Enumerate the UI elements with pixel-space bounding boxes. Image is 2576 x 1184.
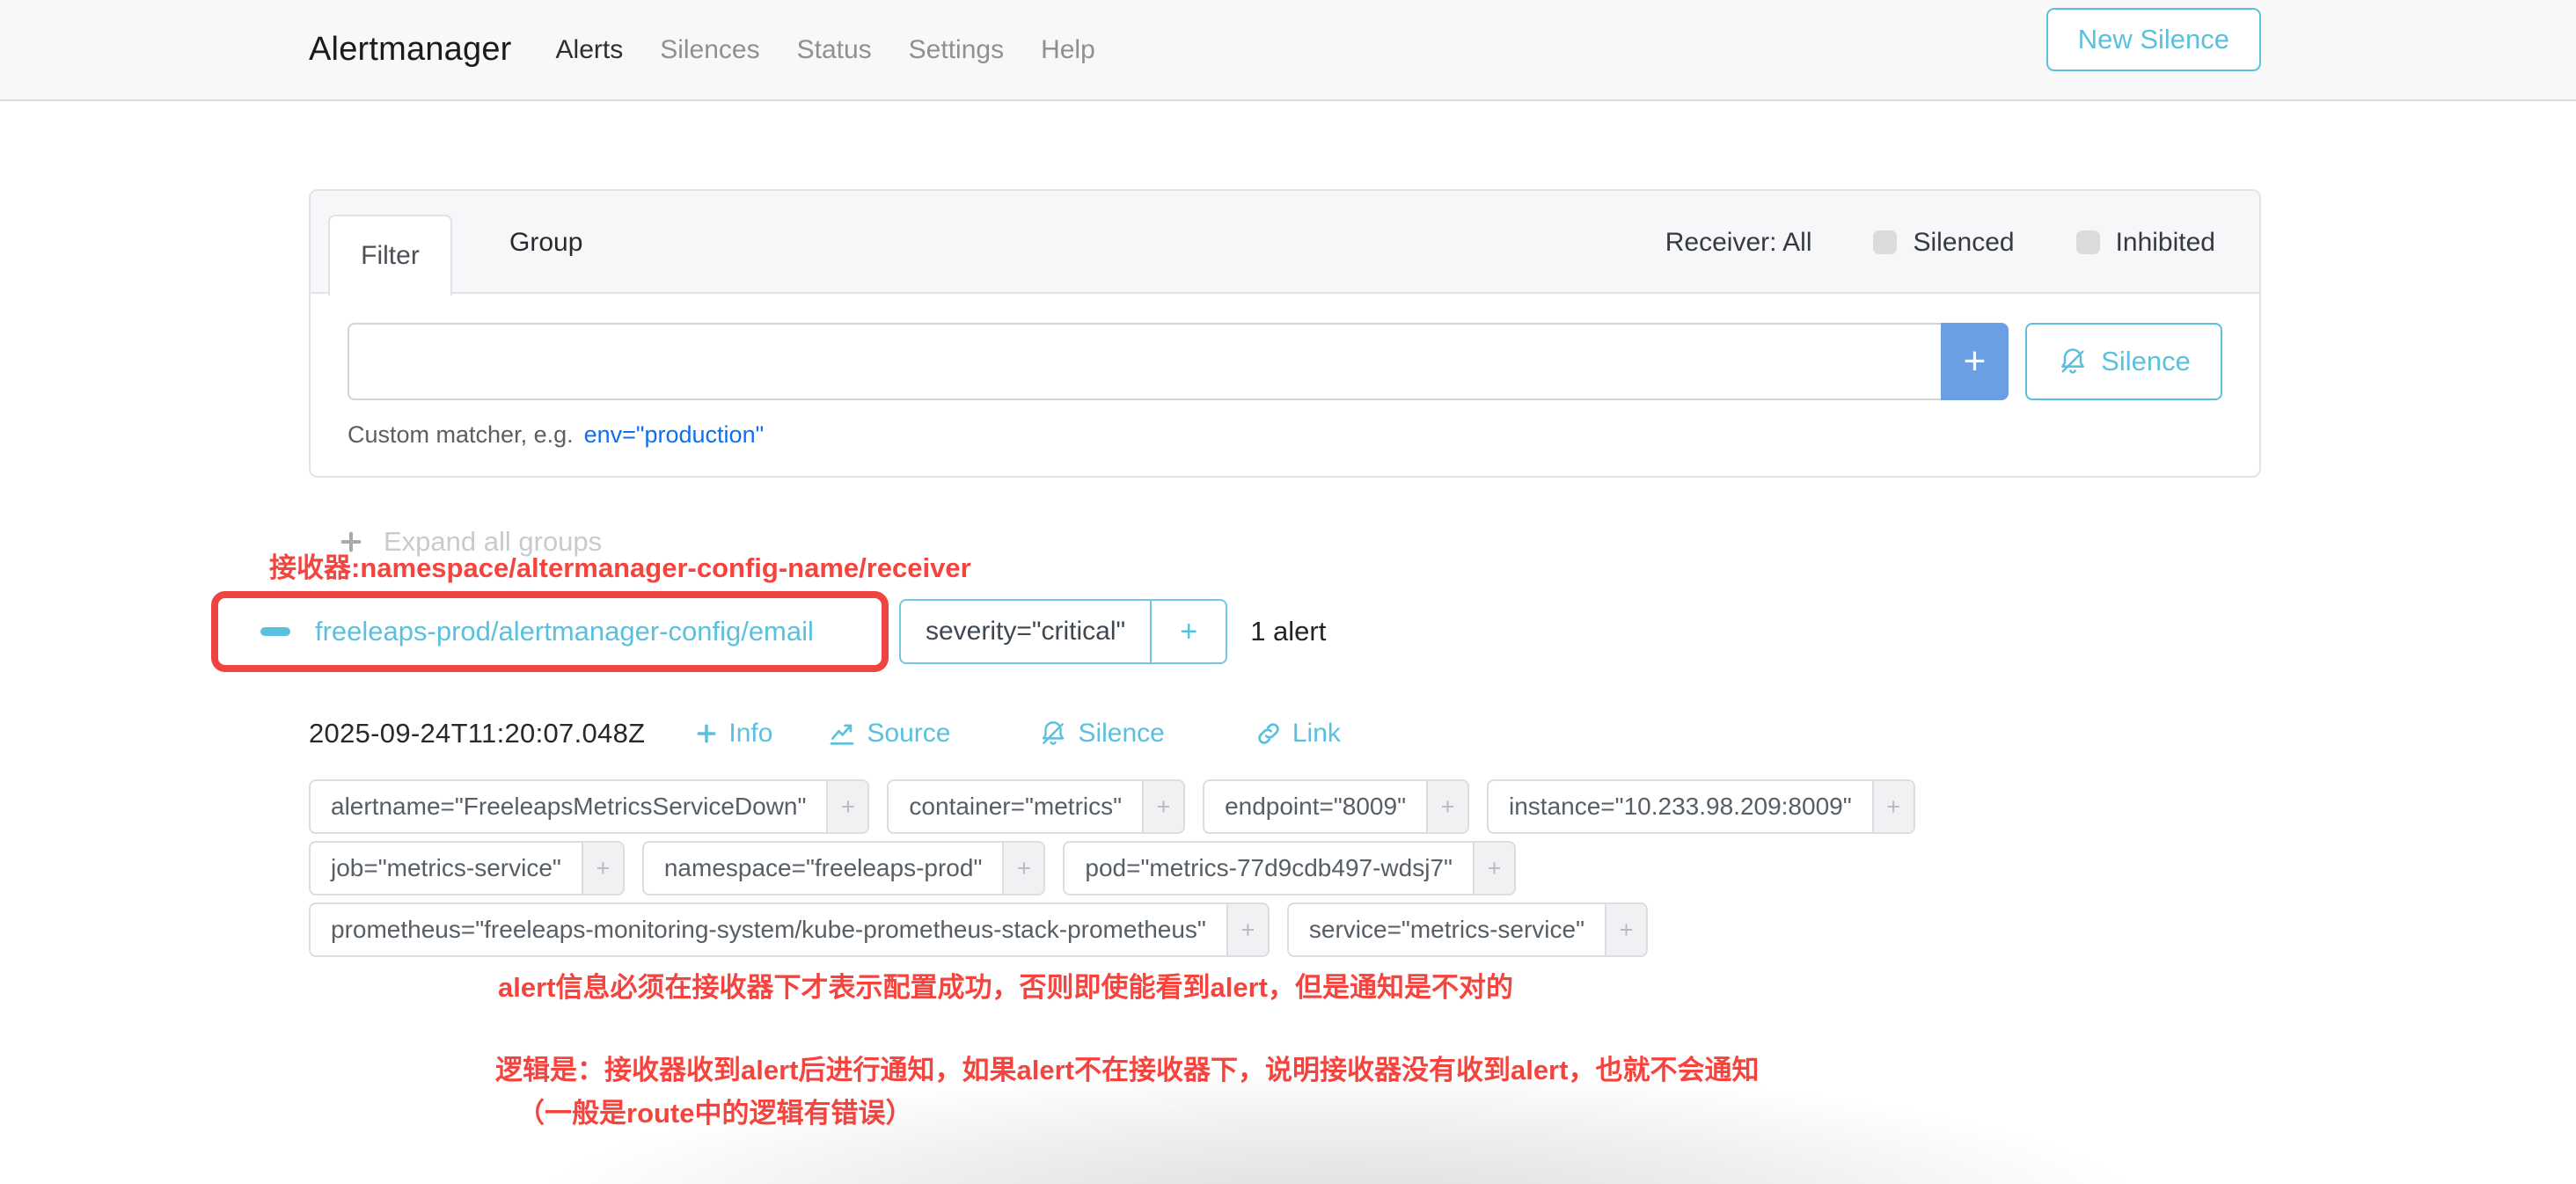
bell-slash-icon	[2057, 346, 2089, 377]
label-chip: prometheus="freeleaps-monitoring-system/…	[309, 903, 1270, 957]
group-matcher-add-button[interactable]: +	[1150, 601, 1226, 662]
alert-group-row: freeleaps-prod/alertmanager-config/email…	[211, 591, 1326, 672]
receiver-group-highlight-box: freeleaps-prod/alertmanager-config/email	[211, 591, 889, 672]
alert-count: 1 alert	[1250, 616, 1326, 647]
alert-info-label: Info	[728, 719, 772, 749]
alert-permalink[interactable]: Link	[1255, 719, 1341, 749]
alert-source-link[interactable]: Source	[827, 719, 950, 749]
link-icon	[1255, 720, 1283, 748]
inhibited-label: Inhibited	[2116, 228, 2215, 258]
label-chip-add-button[interactable]: +	[1872, 781, 1914, 832]
label-chip: alertname="FreeleapsMetricsServiceDown" …	[309, 779, 869, 834]
label-chip: job="metrics-service" +	[309, 841, 625, 895]
inhibited-checkbox[interactable]	[2076, 230, 2100, 254]
alertmanager-page: Alertmanager Alerts Silences Status Sett…	[0, 0, 2576, 1184]
add-matcher-button[interactable]: +	[1941, 323, 2009, 400]
alert-timestamp: 2025-09-24T11:20:07.048Z	[309, 718, 645, 749]
nav-item-status[interactable]: Status	[797, 35, 872, 65]
silenced-label: Silenced	[1913, 228, 2014, 258]
label-chip: pod="metrics-77d9cdb497-wdsj7" +	[1063, 841, 1516, 895]
alert-info-link[interactable]: Info	[694, 719, 772, 749]
silenced-checkbox[interactable]	[1873, 230, 1897, 254]
alert-link-label: Link	[1292, 719, 1341, 749]
new-silence-button[interactable]: New Silence	[2046, 8, 2261, 71]
filter-panel-body: + Silence Custom matcher, e.g. env="prod…	[311, 294, 2259, 449]
label-chip: instance="10.233.98.209:8009" +	[1487, 779, 1915, 834]
alert-source-label: Source	[867, 719, 950, 749]
label-chip-add-button[interactable]: +	[1002, 843, 1043, 894]
label-row-3: prometheus="freeleaps-monitoring-system/…	[309, 903, 1648, 957]
label-chip-text[interactable]: service="metrics-service"	[1289, 904, 1605, 955]
label-chip-add-button[interactable]: +	[1426, 781, 1467, 832]
nav-item-settings[interactable]: Settings	[909, 35, 1004, 65]
label-chip: namespace="freeleaps-prod" +	[642, 841, 1046, 895]
alert-silence-label: Silence	[1078, 719, 1164, 749]
label-chip-add-button[interactable]: +	[1605, 904, 1646, 955]
label-chip: endpoint="8009" +	[1203, 779, 1469, 834]
label-chip-text[interactable]: job="metrics-service"	[311, 843, 582, 894]
matcher-row: + Silence	[348, 323, 2222, 400]
label-chip-text[interactable]: alertname="FreeleapsMetricsServiceDown"	[311, 781, 826, 832]
alert-meta-row: 2025-09-24T11:20:07.048Z Info Source	[309, 713, 1341, 755]
nav-links: Alerts Silences Status Settings Help	[556, 35, 1095, 65]
filter-panel: Filter Group Receiver: All Silenced Inhi…	[309, 189, 2261, 478]
annotation-logic-line: 逻辑是：接收器收到alert后进行通知，如果alert不在接收器下，说明接收器没…	[495, 1048, 1759, 1087]
label-chip: container="metrics" +	[887, 779, 1185, 834]
app-brand[interactable]: Alertmanager	[309, 31, 512, 69]
matcher-example-link[interactable]: env="production"	[584, 421, 765, 449]
bell-slash-icon	[1038, 719, 1068, 749]
collapse-group-minus-icon[interactable]	[260, 627, 290, 636]
label-chip-text[interactable]: instance="10.233.98.209:8009"	[1489, 781, 1872, 832]
filter-header-controls: Receiver: All Silenced Inhibited	[1665, 191, 2215, 294]
group-matcher-label[interactable]: severity="critical"	[901, 601, 1150, 662]
filter-panel-header: Filter Group Receiver: All Silenced Inhi…	[311, 191, 2259, 294]
label-row-2: job="metrics-service" + namespace="freel…	[309, 841, 1516, 895]
navbar: Alertmanager Alerts Silences Status Sett…	[0, 0, 2576, 101]
label-chip-text[interactable]: namespace="freeleaps-prod"	[644, 843, 1003, 894]
label-chip-add-button[interactable]: +	[1142, 781, 1183, 832]
nav-item-silences[interactable]: Silences	[660, 35, 759, 65]
receiver-group-name[interactable]: freeleaps-prod/alertmanager-config/email	[315, 616, 814, 647]
matcher-help-text: Custom matcher, e.g.	[348, 421, 574, 449]
label-chip-add-button[interactable]: +	[1473, 843, 1514, 894]
filter-silence-label: Silence	[2101, 346, 2191, 377]
label-chip-text[interactable]: container="metrics"	[889, 781, 1142, 832]
tab-group[interactable]: Group	[483, 191, 609, 294]
group-matcher-chip: severity="critical" +	[899, 599, 1227, 664]
label-chip: service="metrics-service" +	[1287, 903, 1648, 957]
plus-icon	[694, 721, 719, 746]
annotation-alert-under-receiver: alert信息必须在接收器下才表示配置成功，否则即使能看到alert，但是通知是…	[498, 965, 1513, 1005]
matcher-input[interactable]	[348, 323, 1941, 400]
annotation-route-note: （一般是route中的逻辑有错误）	[517, 1091, 913, 1130]
tab-filter[interactable]: Filter	[328, 215, 452, 296]
matcher-help: Custom matcher, e.g. env="production"	[348, 421, 2222, 449]
label-chip-text[interactable]: pod="metrics-77d9cdb497-wdsj7"	[1065, 843, 1473, 894]
nav-item-alerts[interactable]: Alerts	[556, 35, 624, 65]
label-chip-add-button[interactable]: +	[582, 843, 623, 894]
alert-silence-link[interactable]: Silence	[1038, 719, 1164, 749]
label-chip-add-button[interactable]: +	[826, 781, 867, 832]
annotation-receiver-format: 接收器:namespace/altermanager-config-name/r…	[269, 545, 971, 585]
label-chip-add-button[interactable]: +	[1226, 904, 1268, 955]
label-chip-text[interactable]: prometheus="freeleaps-monitoring-system/…	[311, 904, 1226, 955]
chart-line-icon	[827, 719, 857, 749]
filter-silence-button[interactable]: Silence	[2025, 323, 2222, 400]
receiver-filter-label[interactable]: Receiver: All	[1665, 228, 1812, 258]
label-chip-text[interactable]: endpoint="8009"	[1204, 781, 1426, 832]
label-row-1: alertname="FreeleapsMetricsServiceDown" …	[309, 779, 1915, 834]
nav-item-help[interactable]: Help	[1041, 35, 1095, 65]
